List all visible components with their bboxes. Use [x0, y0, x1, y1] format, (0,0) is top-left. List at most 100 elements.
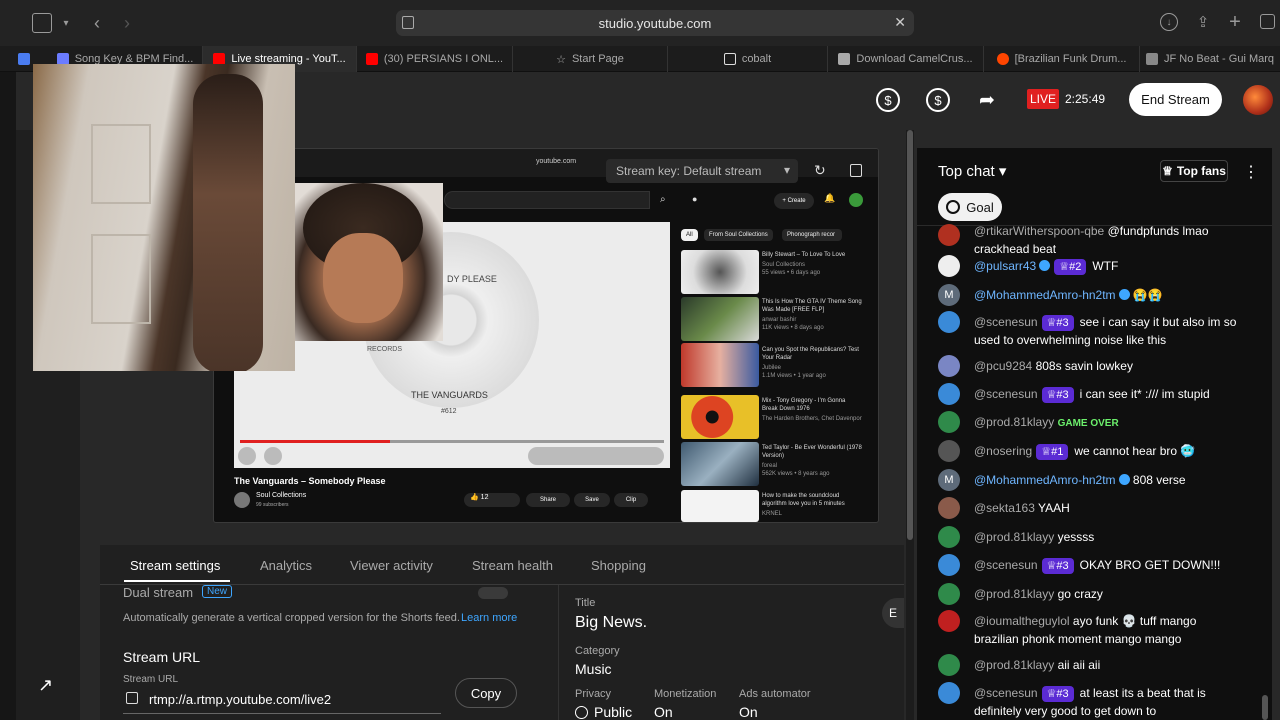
tab-3[interactable]: ☆ Start Page [513, 46, 668, 72]
tab-shopping[interactable]: Shopping [591, 558, 646, 573]
more-options-icon[interactable]: ⋮ [1243, 162, 1259, 182]
chat-author[interactable]: @prod.81klayy [974, 530, 1054, 544]
tab-5[interactable]: Download CamelCrus... [828, 46, 984, 72]
share-icon[interactable]: ⇪ [1194, 12, 1212, 32]
chat-message: @scenesun ♕#3 OKAY BRO GET DOWN!!! [938, 554, 1238, 576]
search-icon: ⌕ [660, 194, 666, 205]
copy-button[interactable]: Copy [455, 678, 517, 708]
chat-avatar[interactable] [938, 411, 960, 433]
chat-author[interactable]: @prod.81klayy [974, 587, 1054, 601]
chat-mode-dropdown[interactable]: Top chat ▾ [938, 162, 1006, 180]
chat-avatar[interactable] [938, 497, 960, 519]
suggestion-thumb [681, 395, 759, 439]
suggestion-stats: 562K views • 8 years ago [762, 471, 830, 477]
top-fan-badge: ♕#1 [1036, 444, 1069, 460]
chat-avatar[interactable] [938, 583, 960, 605]
scrollbar-thumb[interactable] [907, 130, 913, 540]
forward-icon[interactable]: › [118, 12, 136, 34]
stream-url-input[interactable]: rtmp://a.rtmp.youtube.com/live2 [149, 692, 331, 707]
chat-text: 808s savin lowkey [1035, 359, 1133, 373]
tab-stream-health[interactable]: Stream health [472, 558, 553, 573]
chat-text: GAME OVER [1057, 418, 1119, 429]
chat-avatar[interactable] [938, 526, 960, 548]
chat-author[interactable]: @scenesun [974, 315, 1038, 329]
chat-message-body: @nosering ♕#1 we cannot hear bro 🥶 [938, 442, 1238, 460]
chat-scrollbar[interactable] [1262, 695, 1268, 720]
download-icon[interactable]: ↓ [1160, 13, 1178, 31]
chat-author[interactable]: @MohammedAmro-hn2tm [974, 288, 1116, 302]
suggestion-title: Can you Spot the Republicans? Test Your … [762, 347, 859, 361]
chat-message: @pcu9284 808s savin lowkey [938, 355, 1238, 377]
tab-7[interactable]: JF No Beat - Gui Marq [1140, 46, 1280, 72]
chat-avatar[interactable] [938, 224, 960, 246]
goal-chip[interactable]: Goal [938, 193, 1002, 221]
chat-avatar[interactable] [938, 355, 960, 377]
learn-more-link[interactable]: Learn more [461, 612, 517, 624]
chat-avatar[interactable] [938, 255, 960, 277]
end-stream-button[interactable]: End Stream [1129, 83, 1222, 116]
clear-icon[interactable]: ✕ [894, 14, 906, 31]
chat-avatar[interactable] [938, 682, 960, 704]
chat-author[interactable]: @scenesun [974, 558, 1038, 572]
tab-6[interactable]: [Brazilian Funk Drum... [984, 46, 1140, 72]
expand-icon[interactable]: ↗ [38, 675, 53, 696]
back-icon[interactable]: ‹ [88, 12, 106, 34]
address-bar[interactable]: studio.youtube.com ✕ [396, 10, 914, 36]
chat-avatar[interactable] [938, 554, 960, 576]
dual-stream-toggle[interactable] [478, 587, 508, 599]
verified-icon [1039, 260, 1051, 271]
suggestion-meta: KRNEL [762, 511, 783, 517]
monetization-icon[interactable]: $ [876, 88, 900, 112]
chat-author[interactable]: @ioumaltheguylol [974, 614, 1070, 628]
panel-vertical-divider [558, 585, 559, 720]
chat-author[interactable]: @sekta163 [974, 501, 1035, 515]
suggestion-title: How to make the soundcloud algorithm lov… [762, 493, 845, 507]
super-chat-icon[interactable]: $ [926, 88, 950, 112]
chevron-down-icon[interactable]: ▾ [60, 14, 72, 32]
top-fans-button[interactable]: ♕ Top fans [1160, 160, 1228, 182]
tab-stream-settings[interactable]: Stream settings [130, 558, 220, 573]
person-silhouette [193, 74, 263, 371]
webcam-overlay-main [33, 64, 295, 371]
chat-text: go crazy [1057, 587, 1103, 601]
tab-4[interactable]: cobalt [668, 46, 828, 72]
chat-author[interactable]: @prod.81klayy [974, 658, 1054, 672]
record-number: #612 [441, 408, 457, 415]
chat-author[interactable]: @nosering [974, 444, 1032, 458]
panel-scrollbar[interactable] [906, 130, 914, 720]
chat-author[interactable]: @pulsarr43 [974, 259, 1036, 273]
chat-message-body: @scenesun ♕#3 OKAY BRO GET DOWN!!! [938, 556, 1238, 574]
chat-avatar[interactable]: M [938, 469, 960, 491]
chat-avatar[interactable] [938, 610, 960, 632]
chat-avatar[interactable]: M [938, 284, 960, 306]
category-label: Category [575, 645, 620, 657]
chat-avatar[interactable] [938, 383, 960, 405]
inner-avatar [849, 193, 863, 207]
chat-avatar[interactable] [938, 440, 960, 462]
channel-avatar[interactable] [1243, 85, 1273, 115]
new-tab-icon[interactable]: + [1226, 11, 1244, 33]
subscriber-count: 99 subscribers [256, 502, 289, 508]
chat-author[interactable]: @scenesun [974, 686, 1038, 700]
sidebar-toggle-icon[interactable] [32, 13, 52, 33]
edit-button[interactable]: E [882, 598, 904, 628]
share-stream-icon[interactable]: ➦ [975, 88, 999, 112]
popout-icon[interactable] [850, 164, 862, 177]
refresh-icon[interactable]: ↻ [814, 162, 826, 179]
chat-avatar[interactable] [938, 654, 960, 676]
stream-key-dropdown[interactable]: Stream key: Default stream ▾ [606, 159, 798, 183]
site-settings-icon[interactable] [402, 16, 414, 29]
chat-author[interactable]: @MohammedAmro-hn2tm [974, 473, 1116, 487]
tab-analytics[interactable]: Analytics [260, 558, 312, 573]
chat-message-body: @MohammedAmro-hn2tm 808 verse [938, 471, 1238, 489]
chat-author[interactable]: @rtikarWitherspoon-qbe [974, 224, 1104, 238]
chat-author[interactable]: @pcu9284 [974, 359, 1032, 373]
suggestion-title: Ted Taylor - Be Ever Wonderful (1978 Ver… [762, 445, 862, 459]
tab-overview-icon[interactable] [1260, 14, 1275, 29]
volume-icon [264, 447, 282, 465]
tab-viewer-activity[interactable]: Viewer activity [350, 558, 433, 573]
chat-author[interactable]: @scenesun [974, 387, 1038, 401]
chat-author[interactable]: @prod.81klayy [974, 415, 1054, 429]
chat-avatar[interactable] [938, 311, 960, 333]
tab-2[interactable]: (30) PERSIANS I ONL... [357, 46, 513, 72]
